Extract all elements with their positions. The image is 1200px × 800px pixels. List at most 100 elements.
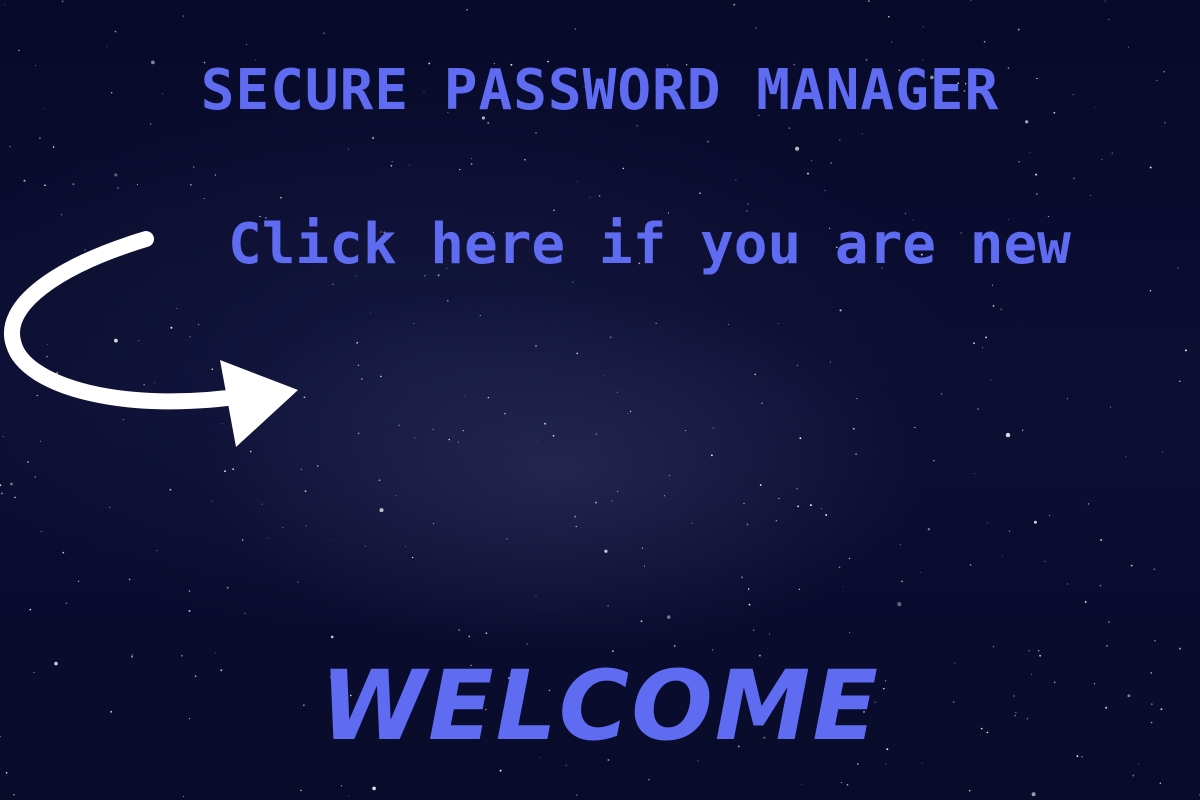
star bbox=[663, 495, 666, 497]
star bbox=[852, 427, 855, 430]
star bbox=[280, 196, 282, 199]
star bbox=[973, 342, 975, 345]
star bbox=[1087, 503, 1090, 505]
star bbox=[552, 434, 555, 437]
star bbox=[982, 347, 984, 349]
star bbox=[735, 179, 737, 181]
star bbox=[182, 795, 184, 797]
star bbox=[29, 608, 32, 611]
star bbox=[811, 160, 812, 162]
star bbox=[34, 476, 36, 478]
star bbox=[748, 603, 751, 606]
star bbox=[109, 506, 111, 509]
star bbox=[468, 635, 471, 638]
star bbox=[922, 26, 924, 28]
star bbox=[504, 413, 506, 415]
star bbox=[369, 311, 371, 313]
star bbox=[1159, 782, 1162, 785]
star bbox=[641, 547, 644, 549]
star bbox=[39, 137, 41, 140]
star bbox=[752, 629, 755, 631]
star bbox=[1018, 160, 1020, 163]
star bbox=[316, 465, 319, 467]
star bbox=[506, 538, 508, 540]
star bbox=[372, 137, 374, 139]
star bbox=[1066, 583, 1069, 585]
star bbox=[535, 132, 537, 134]
star bbox=[897, 602, 902, 607]
star bbox=[920, 572, 922, 574]
star bbox=[1017, 28, 1020, 31]
star bbox=[40, 530, 42, 533]
star bbox=[128, 578, 131, 581]
star bbox=[1184, 349, 1187, 352]
star bbox=[348, 795, 350, 797]
star bbox=[463, 395, 465, 397]
star bbox=[77, 580, 80, 582]
star bbox=[395, 495, 397, 497]
star bbox=[830, 162, 833, 164]
star bbox=[330, 635, 334, 639]
star bbox=[348, 148, 350, 150]
star bbox=[775, 520, 777, 522]
star bbox=[759, 484, 762, 486]
star bbox=[398, 424, 400, 426]
star bbox=[807, 172, 809, 175]
star bbox=[707, 140, 709, 143]
star bbox=[795, 146, 800, 151]
star bbox=[861, 133, 863, 135]
star bbox=[1149, 290, 1152, 292]
star bbox=[574, 28, 576, 30]
star bbox=[1149, 166, 1152, 169]
star bbox=[413, 322, 415, 325]
star bbox=[544, 422, 546, 425]
star bbox=[668, 475, 670, 476]
star bbox=[797, 505, 800, 508]
star bbox=[1073, 177, 1075, 180]
star bbox=[535, 345, 537, 347]
star bbox=[839, 309, 842, 312]
star bbox=[193, 166, 195, 168]
star bbox=[357, 364, 360, 366]
star bbox=[933, 460, 935, 462]
star bbox=[1008, 530, 1011, 532]
star bbox=[589, 196, 591, 198]
star bbox=[839, 139, 841, 141]
star bbox=[888, 16, 890, 18]
star bbox=[356, 341, 359, 344]
star bbox=[733, 3, 736, 6]
star bbox=[1108, 621, 1110, 623]
star bbox=[1090, 194, 1092, 196]
star bbox=[565, 764, 567, 766]
star bbox=[746, 523, 749, 526]
star bbox=[820, 508, 822, 510]
star bbox=[741, 576, 743, 579]
star bbox=[968, 789, 971, 792]
star bbox=[536, 440, 538, 442]
star bbox=[13, 793, 15, 796]
new-user-link[interactable]: Click here if you are new bbox=[228, 212, 1088, 277]
star bbox=[457, 441, 459, 443]
star bbox=[1, 492, 3, 495]
star bbox=[1106, 645, 1108, 647]
star bbox=[940, 393, 943, 395]
star bbox=[114, 30, 117, 33]
star bbox=[1132, 774, 1135, 777]
star bbox=[598, 194, 601, 197]
star bbox=[640, 620, 643, 623]
star bbox=[1002, 555, 1003, 557]
star bbox=[788, 127, 791, 130]
star bbox=[768, 633, 771, 635]
star bbox=[901, 580, 903, 583]
star bbox=[885, 763, 887, 765]
star bbox=[332, 283, 334, 286]
star bbox=[755, 27, 757, 29]
star bbox=[1161, 451, 1164, 453]
star bbox=[629, 410, 632, 413]
star bbox=[576, 794, 578, 796]
star bbox=[607, 604, 609, 607]
star bbox=[405, 545, 407, 547]
star bbox=[244, 612, 246, 614]
star bbox=[169, 488, 172, 491]
star bbox=[1110, 406, 1112, 408]
